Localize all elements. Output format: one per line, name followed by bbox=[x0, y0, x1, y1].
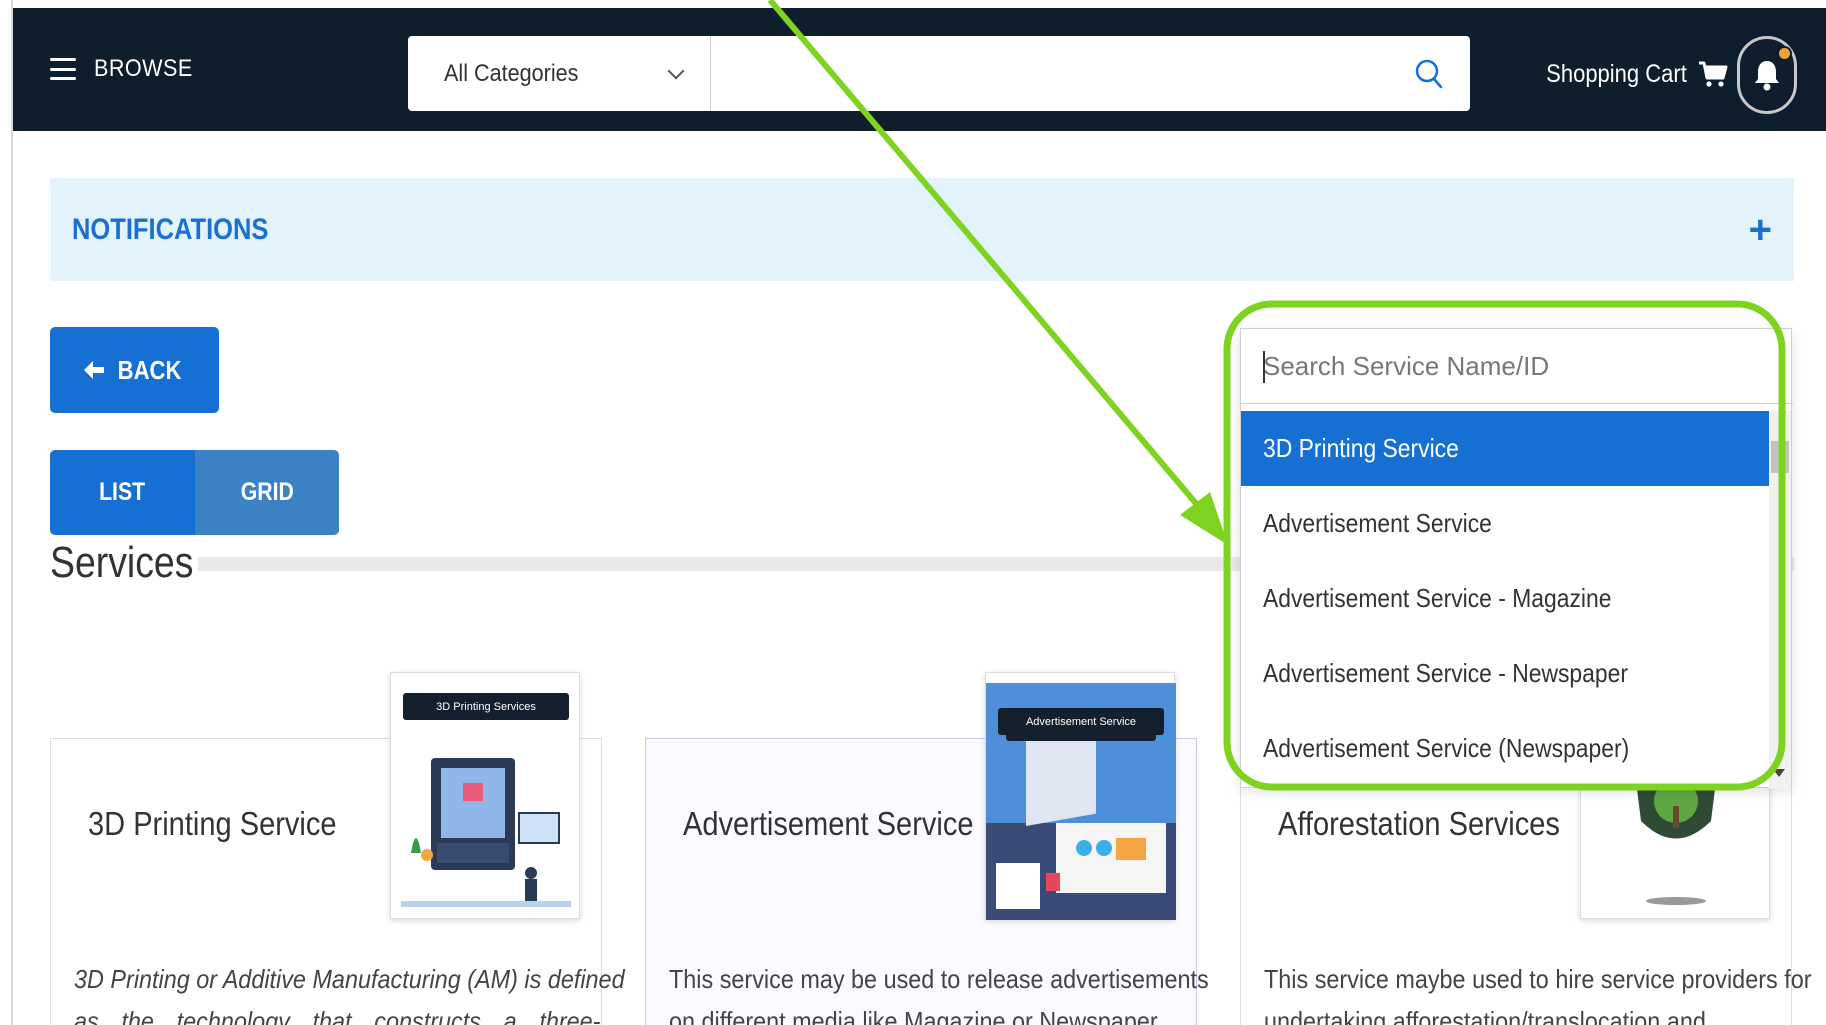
3d-printer-illustration bbox=[401, 758, 571, 907]
view-toggle: LIST GRID bbox=[50, 450, 339, 535]
service-card-title: Advertisement Service bbox=[683, 805, 974, 842]
dropdown-scrollbar-thumb[interactable] bbox=[1771, 441, 1789, 473]
global-search-input[interactable] bbox=[711, 36, 1470, 111]
annotation-arrowhead bbox=[1180, 492, 1228, 545]
service-card-description-line2: on different media like Magazine or News… bbox=[669, 1006, 1158, 1025]
unread-indicator bbox=[1777, 46, 1792, 61]
service-option[interactable]: Advertisement Service - Magazine bbox=[1241, 561, 1769, 636]
service-option[interactable]: Advertisement Service - Newspaper bbox=[1241, 636, 1769, 711]
service-option-label: 3D Printing Service bbox=[1263, 433, 1459, 463]
page: BROWSE All Categories Shopping Cart NOTI… bbox=[0, 0, 1826, 1025]
service-option-label: Advertisement Service (Newspaper) bbox=[1263, 733, 1630, 763]
browse-label: BROWSE bbox=[94, 55, 193, 82]
scroll-down-arrow-icon[interactable] bbox=[1773, 769, 1785, 777]
list-view-button[interactable]: LIST bbox=[50, 450, 195, 535]
notifications-bell-button[interactable] bbox=[1737, 36, 1797, 114]
search-icon[interactable] bbox=[1412, 57, 1446, 91]
service-options-list: 3D Printing Service Advertisement Servic… bbox=[1241, 411, 1769, 786]
category-select-value: All Categories bbox=[444, 59, 579, 87]
global-search-bar: All Categories bbox=[408, 36, 1470, 111]
cart-icon bbox=[1698, 61, 1728, 87]
service-search-input[interactable] bbox=[1241, 329, 1793, 403]
shopping-cart-label: Shopping Cart bbox=[1546, 59, 1687, 88]
notifications-panel[interactable]: NOTIFICATIONS + bbox=[50, 178, 1794, 281]
hamburger-icon bbox=[50, 58, 76, 80]
grid-view-label: GRID bbox=[240, 478, 294, 506]
service-card-description: 3D Printing or Additive Manufacturing (A… bbox=[74, 964, 625, 994]
service-card-description: This service may be used to release adve… bbox=[669, 964, 1209, 994]
chevron-down-icon bbox=[667, 62, 685, 79]
top-navbar: BROWSE All Categories Shopping Cart bbox=[13, 8, 1826, 131]
service-card-description: This service maybe used to hire service … bbox=[1264, 964, 1812, 994]
browse-button[interactable]: BROWSE bbox=[50, 55, 204, 83]
back-button[interactable]: BACK bbox=[50, 327, 219, 413]
service-card-title: 3D Printing Service bbox=[88, 805, 337, 842]
service-option-label: Advertisement Service - Magazine bbox=[1263, 583, 1612, 613]
service-card-description-line2: as the technology that constructs a thre… bbox=[74, 1006, 601, 1025]
bell-icon bbox=[1755, 61, 1779, 91]
category-select[interactable]: All Categories bbox=[408, 36, 711, 111]
service-thumbnail[interactable]: 3D Printing Services bbox=[390, 672, 580, 919]
back-label: BACK bbox=[117, 354, 182, 385]
text-caret bbox=[1263, 351, 1265, 383]
service-thumbnail[interactable]: Advertisement Service bbox=[985, 672, 1176, 920]
service-option-label: Advertisement Service - Newspaper bbox=[1263, 658, 1628, 688]
thumbnail-badge: Advertisement Service bbox=[998, 708, 1164, 735]
service-option[interactable]: Advertisement Service bbox=[1241, 486, 1769, 561]
top-strip bbox=[0, 0, 1826, 8]
grid-view-button[interactable]: GRID bbox=[194, 450, 339, 535]
service-card-title: Afforestation Services bbox=[1278, 805, 1560, 842]
shopping-cart-button[interactable]: Shopping Cart bbox=[1527, 58, 1729, 90]
service-card-description-line2: undertaking afforestation/translocation … bbox=[1264, 1006, 1706, 1025]
services-heading: Services bbox=[50, 538, 194, 587]
expand-plus-icon[interactable]: + bbox=[1749, 210, 1772, 250]
arrow-left-icon bbox=[83, 361, 104, 379]
service-option-label: Advertisement Service bbox=[1263, 508, 1492, 538]
list-view-label: LIST bbox=[99, 478, 146, 506]
service-search-dropdown: 3D Printing Service Advertisement Servic… bbox=[1240, 328, 1793, 789]
left-border bbox=[0, 0, 13, 1025]
service-option[interactable]: Advertisement Service (Newspaper) bbox=[1241, 711, 1769, 786]
notifications-title: NOTIFICATIONS bbox=[72, 212, 269, 246]
service-option-selected[interactable]: 3D Printing Service bbox=[1241, 411, 1769, 486]
service-search-box bbox=[1241, 329, 1793, 404]
